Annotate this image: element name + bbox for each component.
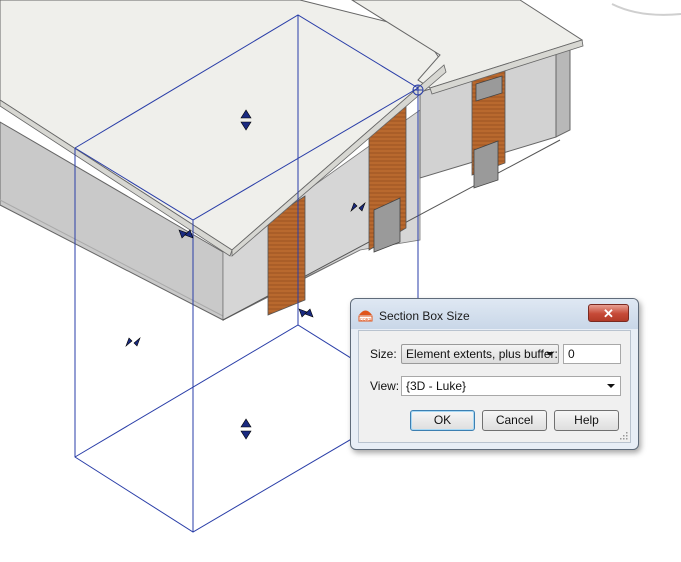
size-mode-value: Element extents, plus buffer: <box>406 347 558 361</box>
size-label: Size: <box>370 347 397 361</box>
dialog-title: Section Box Size <box>379 309 470 323</box>
building-model[interactable] <box>0 0 681 321</box>
dialog-titlebar[interactable]: CORS Section Box Size ✕ <box>351 299 638 329</box>
section-box-grip-front[interactable] <box>125 337 141 347</box>
chevron-down-icon <box>607 384 615 388</box>
cancel-button[interactable]: Cancel <box>482 410 547 431</box>
size-mode-dropdown[interactable]: Element extents, plus buffer: <box>401 344 559 364</box>
svg-text:CORS: CORS <box>360 317 372 322</box>
section-box-rotate-icon[interactable] <box>412 84 424 96</box>
chevron-down-icon <box>546 352 554 356</box>
3d-viewport[interactable] <box>0 0 681 562</box>
view-value: {3D - Luke} <box>406 379 467 393</box>
buffer-input[interactable]: 0 <box>563 344 621 364</box>
section-box-size-dialog: CORS Section Box Size ✕ Size: Element ex… <box>350 298 639 450</box>
dialog-body: Size: Element extents, plus buffer: 0 Vi… <box>358 330 631 443</box>
section-box-grip-back[interactable] <box>298 308 314 318</box>
corner-arc <box>611 3 681 16</box>
view-label: View: <box>370 379 400 393</box>
section-box-grip-bottom[interactable] <box>240 418 252 440</box>
close-icon: ✕ <box>603 306 614 321</box>
help-button[interactable]: Help <box>554 410 619 431</box>
app-icon: CORS <box>358 310 373 322</box>
ok-button[interactable]: OK <box>410 410 475 431</box>
resize-grip-icon[interactable] <box>620 432 628 440</box>
view-dropdown[interactable]: {3D - Luke} <box>401 376 621 396</box>
close-button[interactable]: ✕ <box>588 304 629 322</box>
wall-end-face <box>555 46 571 138</box>
